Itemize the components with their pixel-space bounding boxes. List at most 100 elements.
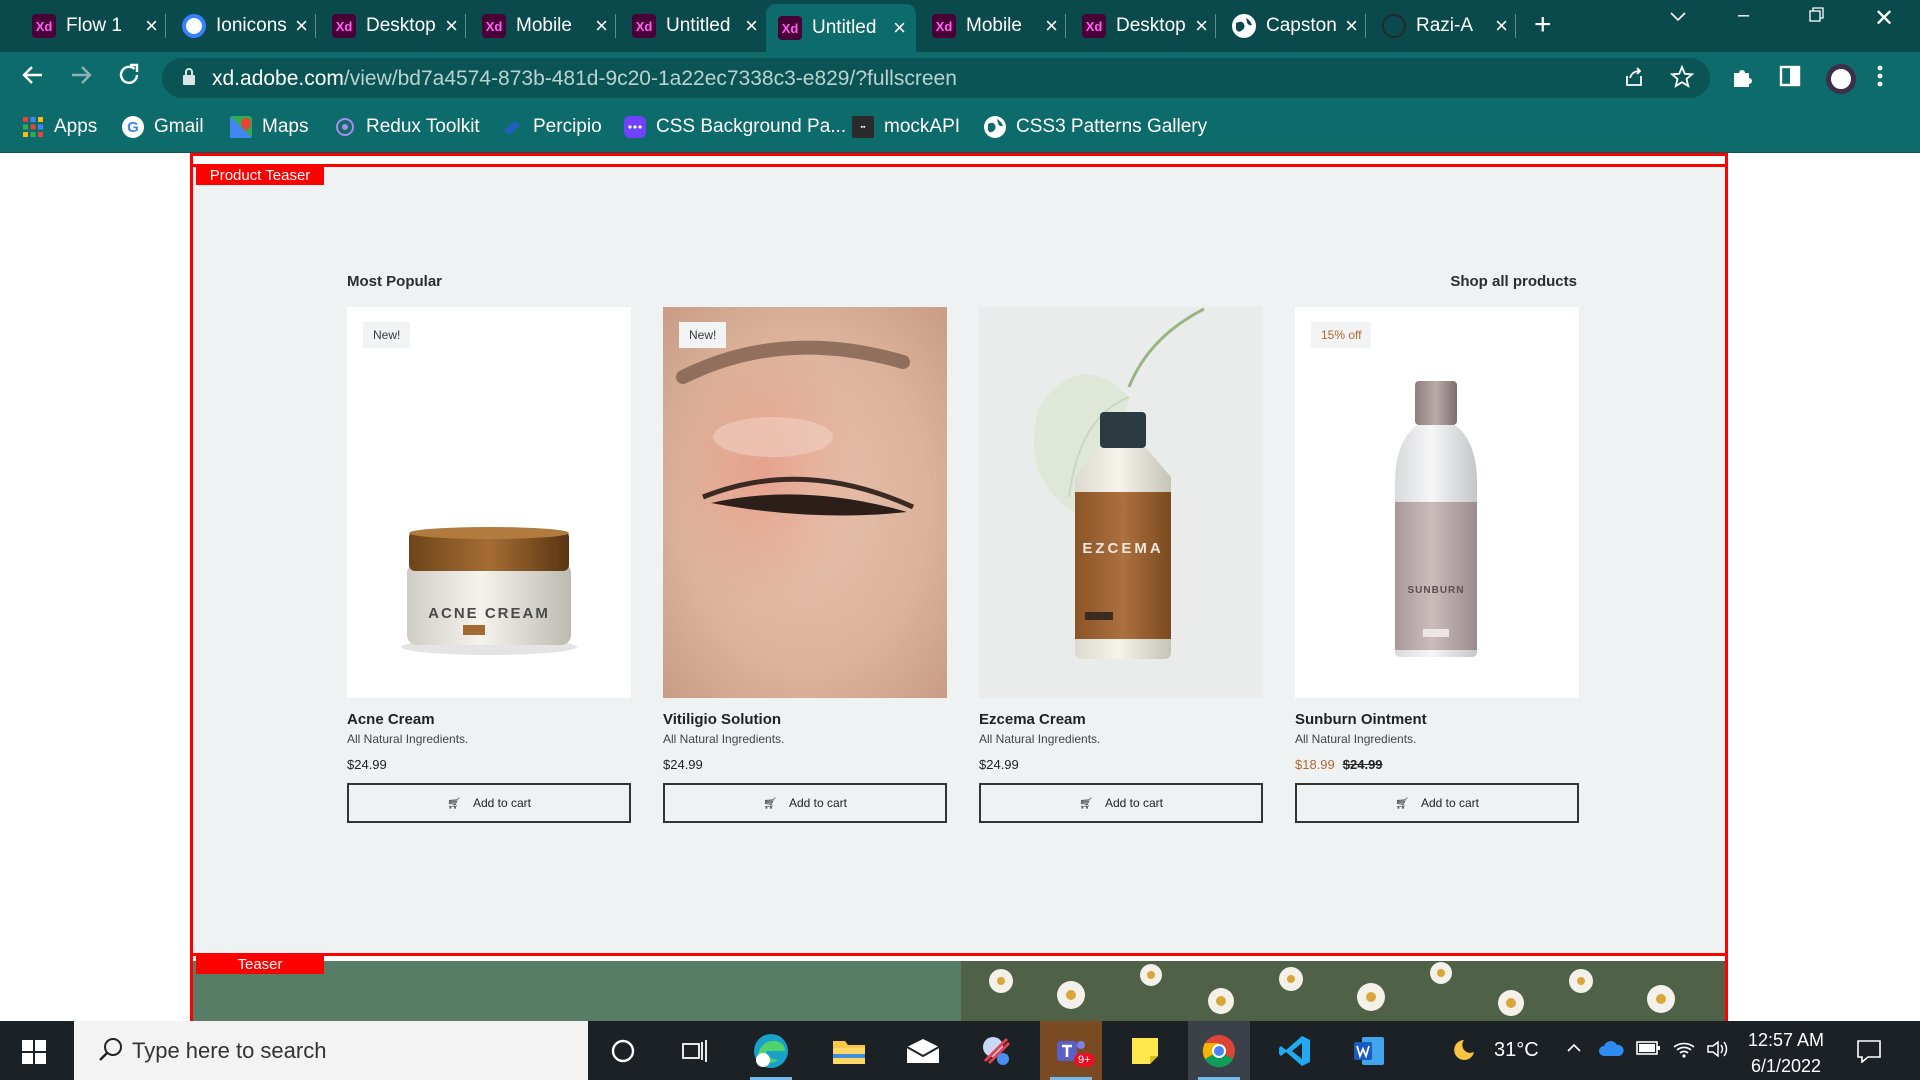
xd-icon: Xd bbox=[932, 14, 956, 38]
teaser-highlight bbox=[190, 953, 1728, 1021]
bookmark-label: mockAPI bbox=[884, 116, 961, 137]
close-icon[interactable]: × bbox=[295, 14, 308, 38]
wifi-icon[interactable] bbox=[1672, 1039, 1696, 1065]
redux-icon bbox=[334, 116, 356, 138]
reload-icon[interactable] bbox=[116, 62, 142, 94]
bookmark-redux-toolkit[interactable]: Redux Toolkit bbox=[334, 116, 480, 138]
sticky-notes-icon[interactable] bbox=[1114, 1021, 1176, 1080]
weather-temperature[interactable]: 31°C bbox=[1494, 1039, 1539, 1062]
close-icon[interactable]: × bbox=[595, 14, 608, 38]
volume-icon[interactable] bbox=[1706, 1039, 1730, 1065]
notifications-icon[interactable] bbox=[1856, 1039, 1882, 1069]
word-icon[interactable] bbox=[1338, 1021, 1400, 1080]
close-icon[interactable]: × bbox=[745, 14, 758, 38]
bookmark-gmail[interactable]: G Gmail bbox=[122, 116, 204, 138]
tab-untitled-active[interactable]: Xd Untitled × bbox=[766, 4, 916, 52]
close-icon[interactable]: × bbox=[1495, 14, 1508, 38]
profile-avatar[interactable] bbox=[1826, 64, 1856, 94]
globe-icon bbox=[984, 116, 1006, 138]
close-window-icon[interactable]: ✕ bbox=[1874, 4, 1894, 33]
xd-icon: Xd bbox=[632, 14, 656, 38]
extensions-icon[interactable] bbox=[1730, 64, 1756, 96]
tab-mobile[interactable]: Xd Mobile × bbox=[470, 6, 618, 46]
tab-label: Mobile bbox=[516, 15, 572, 36]
taskbar-search-box[interactable]: Type here to search bbox=[74, 1021, 588, 1080]
tab-flow-1[interactable]: Xd Flow 1 × bbox=[20, 6, 168, 46]
edge-browser-icon[interactable] bbox=[740, 1021, 802, 1080]
tab-ionicons[interactable]: Ionicons × bbox=[170, 6, 318, 46]
tab-divider bbox=[1215, 14, 1216, 38]
tab-mobile-2[interactable]: Xd Mobile × bbox=[920, 6, 1068, 46]
tab-label: Mobile bbox=[966, 15, 1022, 36]
menu-kebab-icon[interactable] bbox=[1876, 64, 1884, 94]
tab-divider bbox=[615, 14, 616, 38]
weather-moon-icon[interactable] bbox=[1448, 1037, 1476, 1069]
tab-github[interactable]: Razi-A × bbox=[1370, 6, 1518, 46]
tab-strip: Xd Flow 1 × Ionicons × Xd Desktop × Xd M… bbox=[0, 0, 1920, 52]
bookmark-maps[interactable]: Maps bbox=[230, 116, 308, 138]
tab-label: Flow 1 bbox=[66, 15, 122, 36]
close-icon[interactable]: × bbox=[1345, 14, 1358, 38]
battery-icon[interactable] bbox=[1636, 1039, 1662, 1063]
url-host: xd.adobe.com bbox=[212, 67, 344, 90]
tab-divider bbox=[1515, 14, 1516, 38]
windows-start-icon[interactable] bbox=[22, 1040, 46, 1064]
bookmark-css-background-patterns[interactable]: CSS Background Pa... bbox=[624, 116, 846, 138]
chrome-icon[interactable] bbox=[1188, 1021, 1250, 1080]
system-clock[interactable]: 12:57 AM 6/1/2022 bbox=[1748, 1027, 1824, 1079]
tab-divider bbox=[1065, 14, 1066, 38]
restore-icon[interactable] bbox=[1808, 6, 1826, 30]
github-icon bbox=[1382, 14, 1406, 38]
task-view-icon[interactable] bbox=[664, 1021, 726, 1080]
show-hidden-icons-chevron-icon[interactable] bbox=[1565, 1039, 1583, 1063]
forward-icon[interactable] bbox=[68, 62, 94, 94]
tab-label: Razi-A bbox=[1416, 15, 1474, 36]
share-icon[interactable] bbox=[1622, 65, 1646, 95]
back-icon[interactable] bbox=[20, 62, 46, 94]
xd-icon: Xd bbox=[1082, 14, 1106, 38]
tab-capstone[interactable]: Capstone × bbox=[1220, 6, 1368, 46]
apps-grid-icon bbox=[22, 116, 44, 138]
cortana-icon[interactable] bbox=[592, 1021, 654, 1080]
bookmark-percipio[interactable]: Percipio bbox=[501, 116, 602, 138]
tab-divider bbox=[1365, 14, 1366, 38]
close-icon[interactable]: × bbox=[145, 14, 158, 38]
tab-desktop-2[interactable]: Xd Desktop × bbox=[1070, 6, 1218, 46]
mail-icon[interactable] bbox=[892, 1021, 954, 1080]
tab-label: Desktop bbox=[366, 15, 436, 36]
bookmark-css3-patterns-gallery[interactable]: CSS3 Patterns Gallery bbox=[984, 116, 1207, 138]
clock-date: 6/1/2022 bbox=[1750, 1056, 1822, 1076]
bookmark-star-icon[interactable] bbox=[1669, 64, 1695, 95]
close-icon[interactable]: × bbox=[445, 14, 458, 38]
teams-icon[interactable]: 9+ bbox=[1040, 1021, 1102, 1080]
file-explorer-icon[interactable] bbox=[818, 1021, 880, 1080]
tab-divider bbox=[315, 14, 316, 38]
bookmark-mockapi[interactable]: ▪▪ mockAPI bbox=[852, 116, 960, 138]
address-bar[interactable]: xd.adobe.com/view/bd7a4574-873b-481d-9c2… bbox=[162, 58, 1710, 98]
xd-icon: Xd bbox=[482, 14, 506, 38]
tab-search-icon[interactable] bbox=[1668, 6, 1688, 32]
bookmark-label: Percipio bbox=[533, 116, 602, 137]
xd-prototype-viewport: Most Popular Shop all products New! ACNE bbox=[0, 153, 1920, 1021]
search-icon bbox=[99, 1038, 122, 1061]
close-icon[interactable]: × bbox=[1045, 14, 1058, 38]
product-teaser-tag: Product Teaser bbox=[196, 167, 324, 185]
bookmark-label: Maps bbox=[262, 116, 309, 137]
tab-label: Ionicons bbox=[216, 15, 286, 36]
close-icon[interactable]: × bbox=[1195, 14, 1208, 38]
bookmark-apps[interactable]: Apps bbox=[22, 116, 97, 138]
close-icon[interactable]: × bbox=[893, 16, 906, 40]
side-panel-icon[interactable] bbox=[1778, 64, 1802, 94]
onedrive-cloud-icon[interactable] bbox=[1598, 1039, 1624, 1063]
vscode-icon[interactable] bbox=[1264, 1021, 1326, 1080]
new-tab-button[interactable]: + bbox=[1534, 10, 1552, 40]
tab-desktop[interactable]: Xd Desktop × bbox=[320, 6, 468, 46]
xd-icon: Xd bbox=[332, 14, 356, 38]
bookmark-label: Gmail bbox=[154, 116, 204, 137]
tab-label: Desktop bbox=[1116, 15, 1186, 36]
google-icon: G bbox=[122, 116, 144, 138]
snip-sketch-icon[interactable] bbox=[966, 1021, 1028, 1080]
tab-untitled[interactable]: Xd Untitled × bbox=[620, 6, 768, 46]
bookmark-label: Apps bbox=[54, 116, 98, 137]
minimize-icon[interactable]: – bbox=[1738, 4, 1749, 27]
